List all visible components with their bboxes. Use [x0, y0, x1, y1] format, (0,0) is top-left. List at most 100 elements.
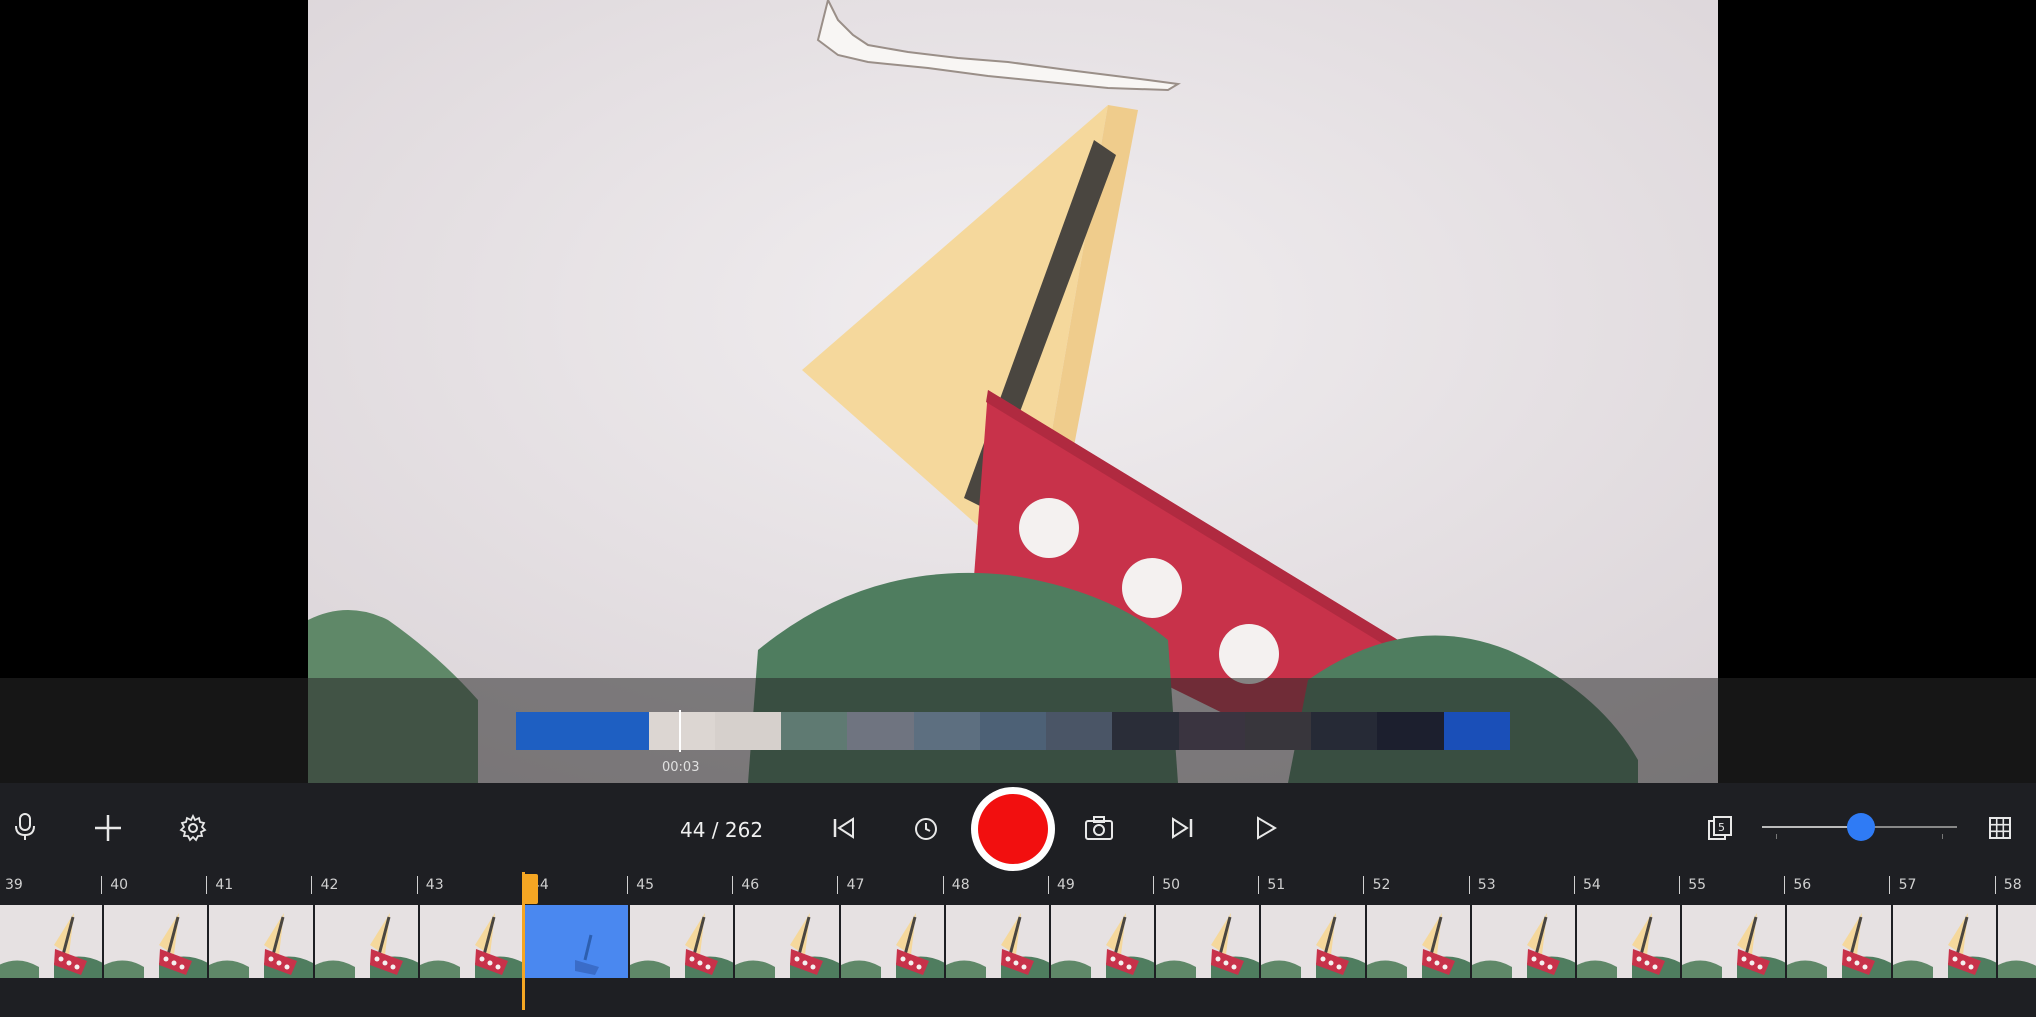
timeline-frame[interactable] — [735, 905, 839, 978]
timeline-frame-number: 56 — [1793, 877, 1812, 893]
sailboat-illustration — [308, 0, 1718, 783]
timeline-frame-number: 53 — [1477, 877, 1496, 893]
timeline-frame[interactable] — [525, 905, 629, 978]
onion-skin-icon: 5 — [1708, 816, 1732, 840]
timeline-frame[interactable] — [1577, 905, 1681, 978]
timeline-frame[interactable] — [1051, 905, 1155, 978]
skip-back-icon — [833, 817, 854, 839]
timeline-frame[interactable] — [0, 905, 103, 978]
record-button[interactable] — [971, 787, 1055, 871]
capture-button[interactable] — [1084, 814, 1114, 842]
microphone-icon[interactable] — [10, 812, 40, 842]
timeline-tick — [1679, 876, 1680, 894]
grid-icon — [1989, 817, 2011, 839]
previous-frame-button[interactable] — [830, 814, 858, 842]
timeline-tick — [1784, 876, 1786, 894]
zoom-slider-fill — [1762, 826, 1860, 828]
play-button[interactable] — [1252, 814, 1280, 842]
timeline-frame-number: 41 — [215, 877, 234, 893]
timeline-frame-number: 43 — [425, 877, 444, 893]
settings-button[interactable] — [178, 813, 208, 843]
timer-button[interactable] — [912, 815, 940, 843]
timeline-frame[interactable] — [1261, 905, 1365, 978]
timeline-frame[interactable] — [1892, 905, 1996, 978]
timeline-tick — [837, 876, 839, 894]
next-frame-button[interactable] — [1168, 814, 1196, 842]
timeline-tick — [1363, 876, 1365, 894]
filmstrip-thumbnail[interactable] — [781, 712, 848, 750]
play-icon — [1257, 816, 1277, 840]
filmstrip-thumbnail[interactable] — [1311, 712, 1378, 750]
filmstrip-thumbnail[interactable] — [979, 712, 1047, 750]
timeline-frame-number: 46 — [741, 877, 760, 893]
timeline-tick — [1258, 876, 1260, 894]
filmstrip-thumbnail[interactable] — [1046, 712, 1113, 750]
timeline-tick — [627, 876, 628, 894]
skip-forward-icon — [1172, 817, 1193, 839]
timeline-frame[interactable] — [1366, 905, 1470, 978]
stage: 00:03 — [0, 0, 2036, 783]
zoom-tick — [1942, 834, 1943, 839]
filmstrip-time: 00:03 — [662, 760, 700, 775]
timeline-frame-number: 47 — [846, 877, 865, 893]
timeline-tick — [1468, 876, 1470, 894]
timeline-frame-number: 49 — [1057, 877, 1075, 893]
filmstrip-thumbnail[interactable] — [1112, 712, 1180, 750]
timeline-frame[interactable] — [945, 905, 1049, 978]
timeline-frame[interactable] — [104, 905, 208, 978]
onion-skin-button[interactable]: 5 — [1706, 814, 1734, 842]
timeline-frame[interactable] — [1787, 905, 1891, 978]
timeline-frame[interactable] — [1156, 905, 1260, 978]
zoom-tick — [1776, 834, 1777, 839]
timeline-frame-number: 57 — [1898, 877, 1917, 893]
filmstrip-thumbnail[interactable] — [847, 712, 915, 750]
timeline-tick — [1573, 876, 1575, 894]
timeline-tick — [942, 876, 944, 894]
timeline-frame[interactable] — [1997, 905, 2036, 978]
filmstrip-thumbnail[interactable] — [1244, 712, 1312, 750]
filmstrip-thumbnail[interactable] — [913, 712, 981, 750]
filmstrip-thumbnail[interactable] — [1377, 712, 1445, 750]
grid-button[interactable] — [1986, 814, 2014, 842]
filmstrip-thumbnail[interactable] — [516, 712, 583, 750]
filmstrip-cursor[interactable] — [679, 710, 681, 752]
timeline-frame[interactable] — [1682, 905, 1786, 978]
add-button[interactable] — [92, 812, 124, 844]
plus-icon — [95, 815, 121, 841]
filmstrip-thumbnail[interactable] — [714, 712, 782, 750]
timeline-frame-number: 51 — [1267, 877, 1286, 893]
timeline-frame-number: 45 — [636, 877, 655, 893]
timeline-frame[interactable] — [314, 905, 418, 978]
timeline-tick — [1047, 876, 1049, 894]
timeline-frame[interactable] — [209, 905, 313, 978]
camera-icon — [1085, 816, 1113, 840]
camera-preview — [308, 0, 1718, 783]
timeline-frame-number: 52 — [1372, 877, 1391, 893]
timeline-frame[interactable] — [630, 905, 734, 978]
timeline-frame[interactable] — [1471, 905, 1575, 978]
timeline-tick — [101, 876, 102, 894]
timeline-tick — [1889, 876, 1891, 894]
timeline-tick — [416, 876, 418, 894]
frame-counter: 44 / 262 — [680, 818, 764, 842]
filmstrip-thumbnail[interactable] — [1443, 712, 1511, 750]
clock-icon — [915, 818, 937, 840]
filmstrip-thumbnail[interactable] — [1178, 712, 1246, 750]
timeline-frame-number: 48 — [951, 877, 970, 893]
timeline-frame-number: 40 — [110, 877, 129, 893]
gear-icon — [179, 814, 207, 842]
timeline-frame[interactable] — [840, 905, 944, 978]
timeline-tick — [1994, 876, 1996, 894]
timeline-tick — [732, 876, 734, 894]
timeline-tick — [311, 876, 313, 894]
svg-text:5: 5 — [1718, 821, 1725, 834]
timeline-frame-number: 42 — [320, 877, 339, 893]
filmstrip-thumbnail[interactable] — [582, 712, 650, 750]
timeline-tick — [206, 876, 208, 894]
timeline-frame-number: 39 — [5, 877, 23, 893]
filmstrip-thumbnail[interactable] — [648, 712, 716, 750]
zoom-slider-thumb[interactable] — [1847, 813, 1875, 841]
playhead-handle[interactable] — [522, 874, 538, 904]
project-filmstrip[interactable] — [516, 712, 1511, 750]
timeline-frame[interactable] — [419, 905, 523, 978]
